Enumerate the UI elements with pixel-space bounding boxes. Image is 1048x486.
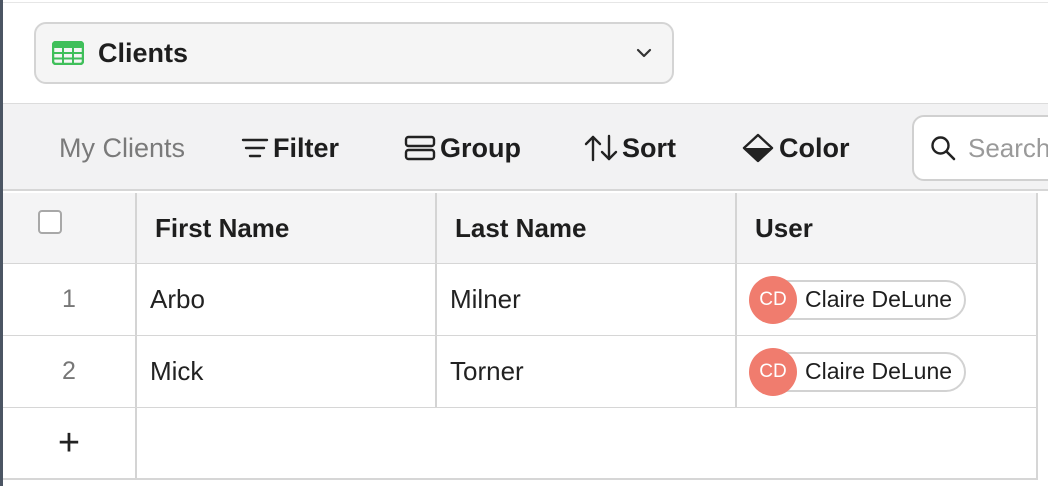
select-all-checkbox[interactable] (38, 210, 62, 234)
user-cell[interactable]: CD Claire DeLune (737, 264, 1037, 335)
group-label: Group (440, 132, 521, 163)
user-cell[interactable]: CD Claire DeLune (737, 336, 1037, 407)
avatar: CD (749, 347, 797, 396)
table-row[interactable]: 2 Mick Torner CD Claire DeLune (3, 336, 1037, 408)
search-input[interactable] (968, 132, 1048, 164)
add-record-button[interactable]: + (3, 408, 137, 479)
table-row[interactable]: 1 Arbo Milner CD Claire DeLune (3, 264, 1037, 336)
filter-button[interactable]: Filter (241, 104, 339, 192)
sort-icon (584, 134, 618, 162)
user-chip[interactable]: CD Claire DeLune (749, 347, 967, 396)
records-grid: First Name Last Name User 1 Arbo Milner … (3, 193, 1037, 479)
row-number: 1 (3, 264, 137, 335)
user-name: Claire DeLune (805, 286, 953, 312)
column-header-first-name[interactable]: First Name (137, 193, 437, 263)
avatar: CD (749, 275, 797, 324)
column-header-last-name[interactable]: Last Name (437, 193, 737, 263)
app-frame: Clients My Clients Filter Group Sort Col… (0, 0, 1048, 486)
add-row: + (3, 408, 1037, 479)
first-name-cell[interactable]: Arbo (137, 264, 437, 335)
group-icon (404, 135, 436, 161)
chevron-down-icon (634, 43, 654, 63)
paint-bucket-icon (742, 133, 774, 163)
search-box[interactable] (912, 115, 1048, 181)
grid-bottom-border (3, 478, 1038, 480)
user-chip[interactable]: CD Claire DeLune (749, 275, 967, 324)
header-row: First Name Last Name User (3, 193, 1037, 264)
view-name[interactable]: My Clients (59, 104, 185, 192)
sort-label: Sort (622, 132, 676, 163)
row-number: 2 (3, 336, 137, 407)
group-button[interactable]: Group (404, 104, 521, 192)
column-header-user[interactable]: User (737, 193, 1037, 263)
top-divider (3, 2, 1048, 3)
filter-label: Filter (273, 132, 340, 163)
table-name: Clients (98, 37, 189, 68)
search-icon (931, 136, 956, 161)
select-all-cell (3, 193, 137, 263)
sort-button[interactable]: Sort (584, 104, 676, 192)
user-name: Claire DeLune (805, 358, 953, 384)
view-toolbar: My Clients Filter Group Sort Color Searc… (3, 103, 1048, 191)
color-label: Color (779, 132, 850, 163)
color-button[interactable]: Color (741, 104, 850, 192)
first-name-cell[interactable]: Mick (137, 336, 437, 407)
grid-table-icon (52, 40, 86, 66)
filter-icon (241, 138, 269, 158)
last-name-cell[interactable]: Milner (437, 264, 737, 335)
last-name-cell[interactable]: Torner (437, 336, 737, 407)
grid-right-border (1036, 193, 1038, 479)
table-selector-dropdown[interactable]: Clients (34, 22, 674, 84)
